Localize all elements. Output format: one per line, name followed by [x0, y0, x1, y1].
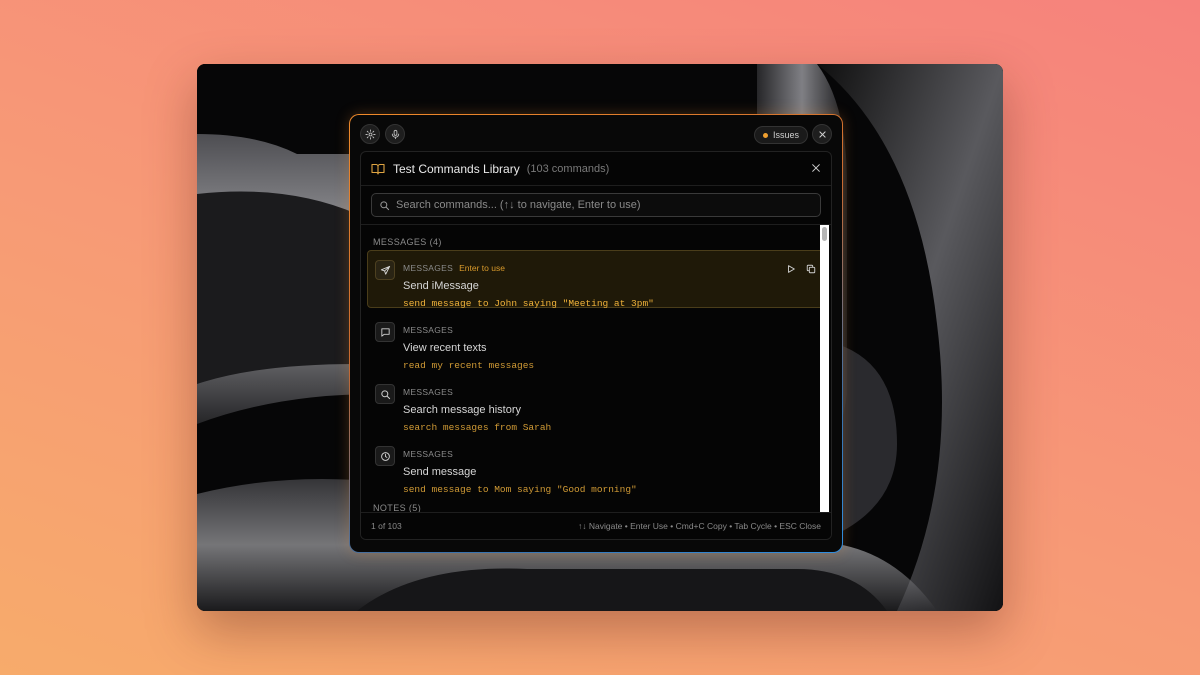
library-header: Test Commands Library (103 commands) [361, 152, 831, 186]
search-input[interactable] [396, 199, 813, 211]
scrollbar-thumb[interactable] [822, 227, 827, 241]
item-command: send message to Mom saying "Good morning… [403, 484, 637, 495]
close-icon [818, 130, 826, 138]
search-bar [361, 186, 831, 225]
result-position: 1 of 103 [371, 521, 402, 531]
section-header-messages: MESSAGES (4) [373, 237, 442, 247]
item-actions [786, 261, 816, 279]
enter-hint: Enter to use [459, 263, 505, 273]
microphone-button[interactable] [385, 124, 405, 144]
item-icon-box [375, 446, 395, 466]
item-icon-box [375, 384, 395, 404]
item-command: send message to John saying "Meeting at … [403, 298, 654, 309]
list-scrollbar[interactable] [820, 225, 829, 514]
close-icon [812, 163, 820, 172]
item-name: View recent texts [403, 342, 487, 354]
settings-button[interactable] [360, 124, 380, 144]
item-name: Send message [403, 466, 477, 478]
command-item-search-message-history[interactable]: MESSAGES Search message history search m… [367, 374, 825, 433]
item-name: Send iMessage [403, 280, 479, 292]
microphone-icon [391, 129, 399, 139]
issues-button[interactable]: Issues [753, 126, 808, 144]
send-icon [380, 265, 390, 275]
command-item-send-imessage[interactable]: MESSAGES Enter to use Send iMessage send … [367, 250, 825, 309]
command-count: (103 commands) [526, 162, 610, 175]
item-category: MESSAGES [403, 449, 454, 459]
gear-icon [364, 128, 376, 140]
item-command: search messages from Sarah [403, 422, 552, 433]
command-list: MESSAGES (4) MESSAGES Enter to use Send i… [361, 225, 831, 514]
item-icon-box [375, 260, 395, 280]
command-item-view-recent-texts[interactable]: MESSAGES View recent texts read my recen… [367, 312, 825, 371]
command-item-send-message[interactable]: MESSAGES Send message send message to Mo… [367, 436, 825, 495]
command-palette-window: Issues Test Commands Library (103 comman… [349, 114, 843, 553]
item-category: MESSAGES [403, 263, 454, 273]
search-icon [380, 200, 390, 210]
book-icon [371, 163, 385, 175]
item-category: MESSAGES [403, 387, 454, 397]
copy-icon [806, 264, 816, 274]
item-category: MESSAGES [403, 325, 454, 335]
library-footer: 1 of 103 ↑↓ Navigate • Enter Use • Cmd+C… [361, 512, 831, 539]
copy-button[interactable] [806, 261, 816, 279]
run-button[interactable] [786, 261, 796, 279]
search-box[interactable] [371, 193, 821, 217]
search-icon [380, 389, 390, 399]
close-window-button[interactable] [812, 124, 832, 144]
close-library-button[interactable] [811, 160, 821, 178]
issues-label: Issues [772, 130, 799, 140]
item-name: Search message history [403, 404, 521, 416]
commands-library: Test Commands Library (103 commands) MES… [360, 151, 832, 540]
library-title: Test Commands Library [393, 161, 520, 176]
clock-icon [380, 451, 390, 461]
message-bubble-icon [380, 327, 390, 337]
item-command: read my recent messages [403, 360, 535, 371]
keyboard-shortcuts-hint: ↑↓ Navigate • Enter Use • Cmd+C Copy • T… [578, 521, 821, 531]
item-icon-box [375, 322, 395, 342]
play-icon [788, 265, 795, 273]
status-dot-icon [762, 132, 768, 138]
